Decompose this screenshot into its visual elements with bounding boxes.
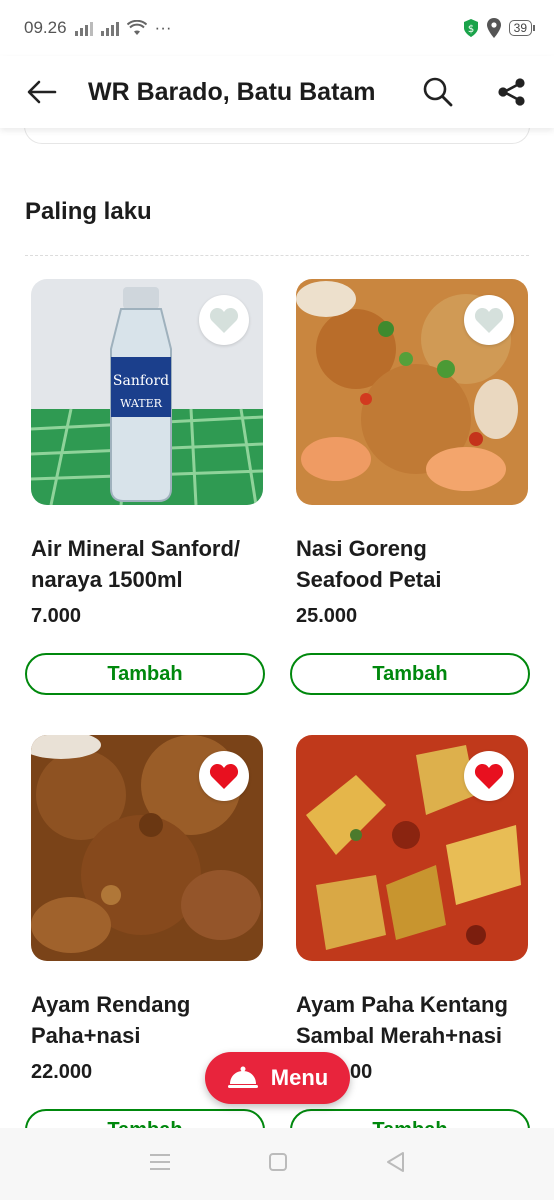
section-divider (25, 255, 529, 256)
favorite-button[interactable] (464, 295, 514, 345)
wifi-icon (126, 20, 147, 35)
product-name-line2: Seafood Petai (296, 567, 442, 592)
favorite-button[interactable] (464, 751, 514, 801)
share-button[interactable] (494, 74, 530, 110)
menu-button-label: Menu (270, 1065, 329, 1090)
cloche-icon (227, 1066, 258, 1088)
app-bar: WR Barado, Batu Batam (0, 56, 554, 128)
heart-icon (474, 763, 504, 789)
security-shield-icon: $ (463, 19, 478, 37)
square-icon (268, 1152, 287, 1171)
favorite-button[interactable] (199, 751, 249, 801)
status-bar: 09.26 ··· $ 39 (0, 0, 554, 56)
page-title: WR Barado, Batu Batam (88, 77, 376, 106)
product-name: Ayam Rendang Paha+nasi (31, 989, 265, 1051)
product-price: 00 (350, 1061, 373, 1083)
product-image[interactable] (296, 279, 528, 505)
search-icon (423, 77, 453, 107)
product-name-line2: Sambal Merah+nasi (296, 1023, 503, 1048)
product-name: Nasi Goreng Seafood Petai (296, 533, 530, 595)
home-button[interactable] (268, 1152, 288, 1177)
signal-sim1-icon (74, 20, 93, 36)
status-more-dots: ··· (154, 18, 172, 37)
search-button[interactable] (420, 74, 456, 110)
product-name-line1: Ayam Paha Kentang (296, 992, 508, 1017)
svg-text:WATER: WATER (120, 397, 162, 410)
signal-sim2-icon (100, 20, 119, 36)
back-nav-button[interactable] (385, 1151, 405, 1178)
product-name-line1: Air Mineral Sanford/ (31, 536, 241, 561)
battery-icon: 39 (508, 20, 536, 36)
svg-text:$: $ (467, 24, 473, 35)
product-card[interactable]: Ayam Paha Kentang Sambal Merah+nasi 00 T… (290, 735, 530, 1151)
product-name-line2: Paha+nasi (31, 1023, 141, 1048)
heart-icon (474, 307, 504, 333)
location-pin-icon (486, 18, 501, 38)
heart-icon (209, 307, 239, 333)
product-name-line1: Nasi Goreng (296, 536, 427, 561)
product-image[interactable]: Sanford WATER (31, 279, 263, 505)
product-name-line1: Ayam Rendang (31, 992, 191, 1017)
menu-lines-icon (149, 1153, 170, 1170)
favorite-button[interactable] (199, 295, 249, 345)
heart-icon (209, 763, 239, 789)
product-card[interactable]: Sanford WATER Air Mineral Sanford/ naray… (25, 279, 265, 695)
back-button[interactable] (24, 74, 60, 110)
status-right: $ 39 (463, 18, 536, 38)
section-title: Paling laku (25, 198, 152, 225)
svg-text:Sanford: Sanford (113, 373, 169, 389)
triangle-back-icon (387, 1151, 405, 1172)
product-name-line2: naraya 1500ml (31, 567, 183, 592)
product-card[interactable]: Nasi Goreng Seafood Petai 25.000 Tambah (290, 279, 530, 695)
add-button[interactable]: Tambah (290, 653, 530, 695)
add-button[interactable]: Tambah (25, 653, 265, 695)
share-icon (498, 78, 525, 106)
product-card[interactable]: Ayam Rendang Paha+nasi 22.000 Tambah (25, 735, 265, 1151)
product-price: 7.000 (31, 605, 82, 627)
product-price: 25.000 (296, 605, 358, 627)
status-time: 09.26 (24, 18, 67, 37)
status-left: 09.26 ··· (24, 18, 172, 38)
system-nav-bar (0, 1128, 554, 1200)
menu-button[interactable]: Menu (205, 1052, 350, 1104)
arrow-left-icon (27, 80, 57, 104)
product-name: Air Mineral Sanford/ naraya 1500ml (31, 533, 265, 595)
recent-apps-button[interactable] (149, 1153, 171, 1176)
product-name: Ayam Paha Kentang Sambal Merah+nasi (296, 989, 530, 1051)
product-image[interactable] (296, 735, 528, 961)
product-image[interactable] (31, 735, 263, 961)
